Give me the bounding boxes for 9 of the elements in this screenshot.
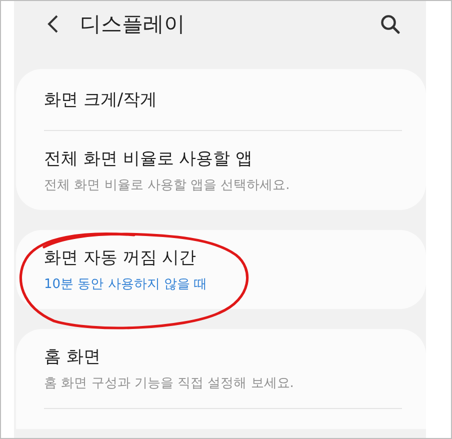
- screen-title: 디스플레이: [80, 11, 186, 38]
- search-icon[interactable]: [378, 12, 402, 36]
- setting-summary: 10분 동안 사용하지 않을 때: [44, 276, 208, 293]
- setting-title[interactable]: 홈 화면: [44, 345, 402, 368]
- setting-summary: 홈 화면 구성과 기능을 직접 설정해 보세요.: [44, 375, 295, 392]
- setting-title[interactable]: 화면 자동 꺼짐 시간: [44, 246, 402, 269]
- setting-summary: 전체 화면 비율로 사용할 앱을 선택하세요.: [44, 177, 291, 194]
- setting-title[interactable]: 전체 화면 비율로 사용할 앱: [44, 147, 402, 170]
- setting-title[interactable]: 화면 크게/작게: [44, 88, 402, 111]
